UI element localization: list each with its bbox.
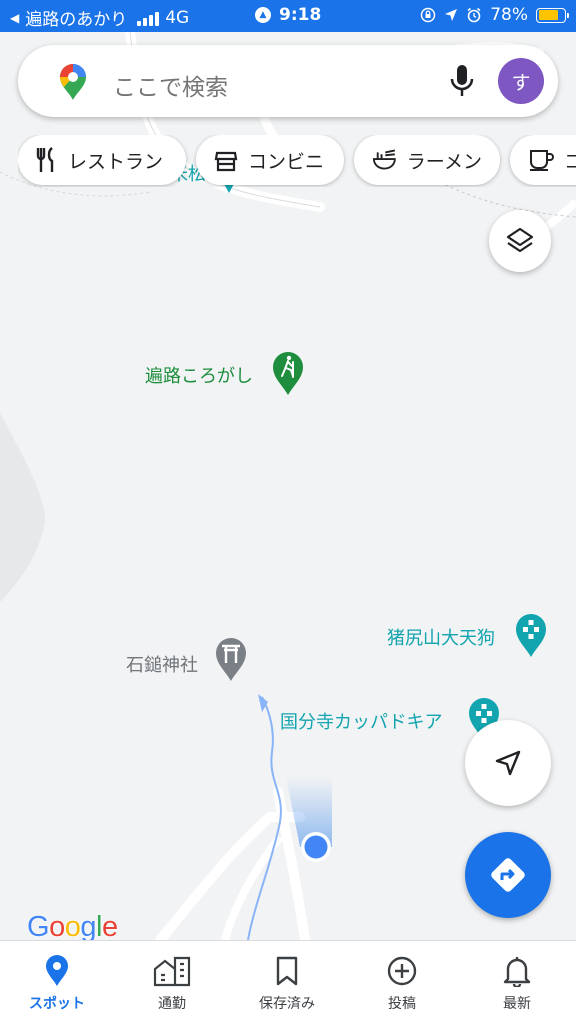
current-location-dot bbox=[304, 835, 328, 859]
google-maps-pin-icon bbox=[60, 64, 86, 100]
avatar[interactable]: す bbox=[498, 58, 544, 104]
signal-icon bbox=[137, 10, 160, 26]
back-app-label[interactable]: 遍路のあかり bbox=[25, 5, 127, 30]
nav-label: 最新 bbox=[503, 996, 531, 1012]
location-arrow-icon bbox=[445, 9, 458, 21]
shrine-marker-icon[interactable] bbox=[214, 636, 248, 682]
nav-label: スポット bbox=[29, 996, 85, 1012]
status-bar: ◀ 遍路のあかり 4G ▲ 9:18 78% bbox=[0, 0, 576, 32]
place-label-henro[interactable]: 遍路ころがし bbox=[145, 362, 253, 388]
nav-saved[interactable]: 保存済み bbox=[242, 955, 332, 1013]
battery-icon bbox=[536, 7, 569, 23]
back-arrow-icon[interactable]: ◀ bbox=[10, 11, 19, 25]
category-chips: レストラン コンビニ ラーメン コ bbox=[18, 135, 576, 187]
logo-letter: g bbox=[80, 911, 96, 940]
place-label-tengu[interactable]: 猪尻山大天狗 bbox=[387, 624, 495, 650]
recenter-button[interactable] bbox=[465, 720, 551, 806]
directions-icon bbox=[491, 858, 525, 892]
location-active-icon: ▲ bbox=[255, 7, 271, 23]
logo-letter: e bbox=[101, 911, 118, 940]
nav-explore[interactable]: スポット bbox=[12, 955, 102, 1013]
rotation-lock-icon bbox=[420, 7, 436, 23]
chip-label: コ bbox=[564, 150, 576, 173]
directions-button[interactable] bbox=[465, 832, 551, 918]
nav-label: 通勤 bbox=[158, 996, 186, 1012]
logo-letter: o bbox=[64, 911, 81, 940]
google-logo: Google bbox=[27, 911, 118, 940]
ramen-bowl-icon bbox=[372, 149, 396, 170]
place-label-kappa[interactable]: 国分寺カッパドキア bbox=[280, 708, 443, 734]
bottom-navigation: スポット 通勤 保存済み 投稿 最新 bbox=[0, 940, 576, 1024]
chip-cafe[interactable]: コ bbox=[510, 135, 576, 185]
chip-restaurant[interactable]: レストラン bbox=[18, 135, 186, 185]
store-icon bbox=[214, 151, 238, 172]
bell-icon bbox=[503, 957, 531, 987]
attraction-marker-icon[interactable] bbox=[514, 612, 548, 658]
nav-updates[interactable]: 最新 bbox=[472, 955, 562, 1013]
hiking-marker-icon[interactable] bbox=[271, 350, 305, 396]
place-label-shrine[interactable]: 石鎚神社 bbox=[126, 651, 198, 677]
network-label: 4G bbox=[165, 7, 190, 28]
location-pin-icon bbox=[46, 955, 68, 986]
alarm-icon bbox=[467, 7, 481, 23]
chip-convenience-store[interactable]: コンビニ bbox=[196, 135, 344, 185]
chip-label: コンビニ bbox=[248, 150, 325, 173]
battery-percent: 78% bbox=[490, 5, 528, 25]
nav-contribute[interactable]: 投稿 bbox=[357, 955, 447, 1013]
clock: 9:18 bbox=[279, 5, 322, 25]
search-bar[interactable]: ここで検索 す bbox=[18, 45, 558, 117]
logo-letter: G bbox=[27, 911, 50, 940]
add-circle-icon bbox=[387, 956, 417, 986]
coffee-cup-icon bbox=[530, 150, 554, 171]
nav-label: 保存済み bbox=[259, 996, 315, 1012]
chip-ramen[interactable]: ラーメン bbox=[354, 135, 500, 185]
battery-fill bbox=[538, 10, 558, 20]
bookmark-icon bbox=[276, 956, 298, 986]
layers-button[interactable] bbox=[489, 210, 551, 272]
fork-knife-icon bbox=[36, 147, 54, 172]
navigation-arrow-icon bbox=[495, 750, 521, 776]
commute-buildings-icon bbox=[153, 956, 191, 987]
layers-icon bbox=[506, 227, 534, 253]
nav-label: 投稿 bbox=[388, 996, 416, 1012]
chip-label: ラーメン bbox=[406, 150, 482, 173]
nav-commute[interactable]: 通勤 bbox=[127, 955, 217, 1013]
chip-label: レストラン bbox=[68, 150, 164, 173]
mic-icon[interactable] bbox=[448, 63, 476, 99]
search-input[interactable]: ここで検索 bbox=[113, 68, 228, 102]
avatar-letter: す bbox=[511, 71, 531, 94]
logo-letter: o bbox=[49, 911, 65, 940]
